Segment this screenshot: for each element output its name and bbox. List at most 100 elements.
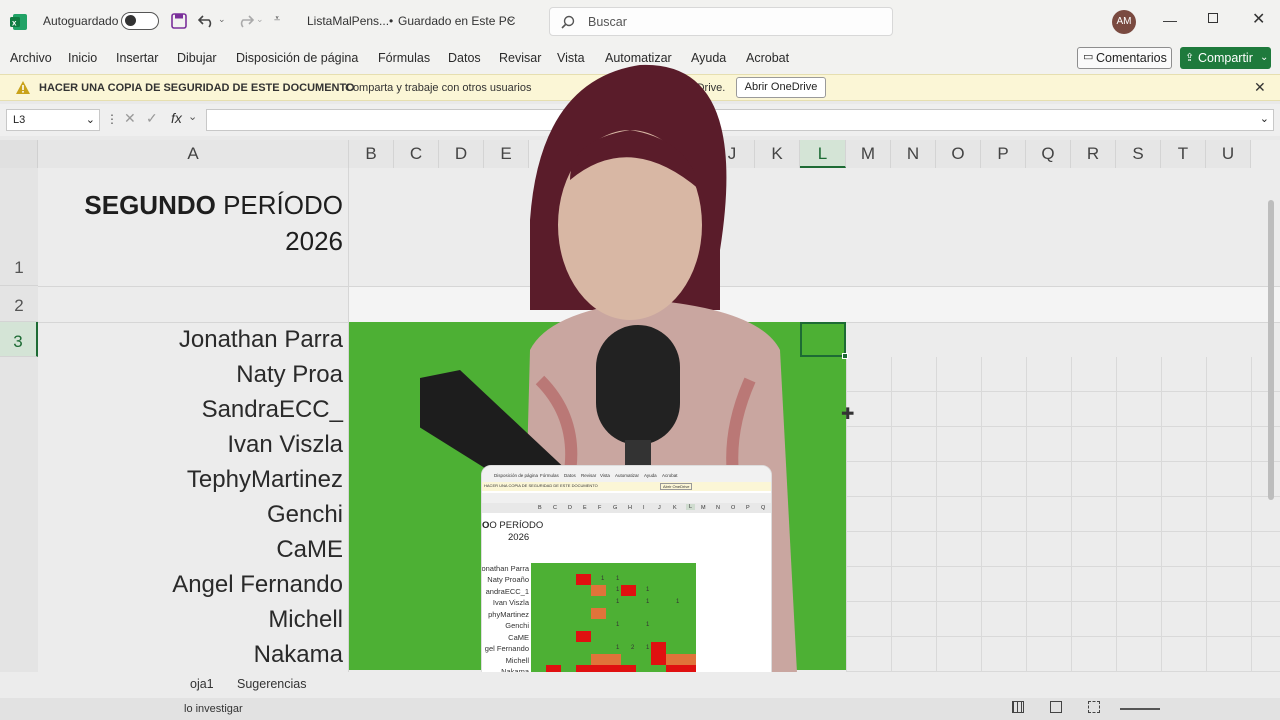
mini-menu-item: Vista — [600, 473, 610, 478]
row-header-1[interactable]: 1 — [0, 168, 38, 286]
close-icon[interactable]: ✕ — [1252, 9, 1265, 29]
share-button[interactable]: ⇪ Compartir ⌄ — [1180, 47, 1271, 69]
row-header-2[interactable]: 2 — [0, 286, 38, 322]
comments-label: Comentarios — [1096, 51, 1167, 65]
redo-dropdown-icon[interactable]: ⌄ — [256, 14, 264, 25]
mini-year: 2026 — [508, 532, 530, 543]
insert-function-icon[interactable]: fx — [171, 110, 182, 126]
mini-menu-item: Disposición de página — [494, 473, 539, 478]
participant-name[interactable]: Michell — [268, 606, 343, 634]
expand-formula-icon[interactable]: ⌄ — [1260, 112, 1269, 125]
mini-value: 2 — [631, 645, 635, 651]
row-header-3[interactable]: 3 — [0, 322, 38, 357]
participant-name[interactable]: Nakama — [254, 641, 343, 669]
tab-insertar[interactable]: Insertar — [116, 51, 158, 65]
mini-col-m: M — [701, 505, 706, 511]
tab-archivo[interactable]: Archivo — [10, 51, 52, 65]
mini-title: OO PERÍODO — [482, 520, 544, 531]
participant-name[interactable]: SandraECC_ — [202, 396, 343, 424]
column-header-u[interactable]: U — [1206, 140, 1251, 168]
search-box[interactable]: Buscar — [549, 7, 893, 36]
mini-name: Ivan Viszla — [492, 598, 529, 607]
participant-name[interactable]: Jonathan Parra — [179, 326, 343, 354]
sheet-tab-hoja1[interactable]: oja1 — [190, 677, 214, 691]
participant-name[interactable]: Angel Fernando — [172, 571, 343, 599]
mini-col-k: K — [673, 505, 677, 511]
mini-menu-item: Revisar — [581, 473, 597, 478]
minimize-icon[interactable]: — — [1163, 12, 1177, 28]
participant-name[interactable]: Ivan Viszla — [227, 431, 343, 459]
sheet-tab-sugerencias[interactable]: Sugerencias — [237, 677, 307, 691]
mini-red-mark — [621, 585, 636, 596]
autosave-toggle[interactable] — [121, 12, 159, 30]
mini-value: 1 — [616, 587, 620, 593]
mini-col-c: C — [553, 505, 557, 511]
save-status[interactable]: Guardado en Este PC — [398, 14, 515, 28]
column-header-a[interactable]: A — [38, 140, 349, 168]
column-header-q[interactable]: Q — [1026, 140, 1071, 168]
svg-text:x: x — [12, 19, 17, 28]
confirm-entry-icon[interactable]: ✓ — [146, 110, 158, 127]
mini-orange-mark — [591, 608, 606, 619]
mini-value: 1 — [646, 645, 650, 651]
redo-icon[interactable] — [236, 12, 254, 28]
empty-cells-area[interactable] — [846, 357, 1280, 672]
participant-name[interactable]: TephyMartinez — [187, 466, 343, 494]
undo-dropdown-icon[interactable]: ⌄ — [218, 14, 226, 25]
tab-inicio[interactable]: Inicio — [68, 51, 97, 65]
page-break-icon[interactable] — [1088, 701, 1100, 713]
undo-icon[interactable] — [198, 12, 216, 28]
info-bar-close-icon[interactable]: ✕ — [1254, 79, 1266, 96]
column-header-o[interactable]: O — [936, 140, 981, 168]
mini-col-q: Q — [761, 505, 766, 511]
mini-col-i: I — [643, 505, 645, 511]
save-icon[interactable] — [171, 13, 187, 29]
normal-view-icon[interactable] — [1012, 701, 1024, 713]
status-text: lo investigar — [184, 703, 243, 715]
mini-value: 1 — [616, 576, 620, 582]
comments-button[interactable]: ▭ Comentarios — [1077, 47, 1172, 69]
column-header-n[interactable]: N — [891, 140, 936, 168]
mini-formula-bar — [482, 493, 771, 503]
column-header-t[interactable]: T — [1161, 140, 1206, 168]
mini-col-f: F — [598, 505, 602, 511]
mini-name: Naty Proaño — [487, 575, 529, 584]
vertical-scrollbar[interactable] — [1268, 200, 1274, 500]
select-all-corner[interactable] — [0, 140, 38, 168]
customize-toolbar-icon[interactable]: ⩡ — [274, 13, 280, 26]
mini-col-o: O — [731, 505, 736, 511]
share-chevron-icon[interactable]: ⌄ — [1260, 47, 1268, 69]
mini-menu-item: Fórmulas — [540, 473, 559, 478]
mini-menu-item: Acrobat — [662, 473, 678, 478]
mini-value: 1 — [646, 587, 650, 593]
avatar[interactable]: AM — [1112, 10, 1136, 34]
mini-name: Michell — [505, 656, 529, 665]
row-headers-more[interactable] — [0, 357, 38, 672]
column-header-p[interactable]: P — [981, 140, 1026, 168]
sheet-title-year: 2026 — [285, 226, 343, 256]
cancel-entry-icon[interactable]: ✕ — [124, 110, 136, 127]
tab-disposicion[interactable]: Disposición de página — [236, 51, 358, 65]
participant-name[interactable]: Naty Proa — [236, 361, 343, 389]
mini-column-headers: B C D E F G H I J K L M N O P Q — [482, 503, 771, 513]
name-box-chevron-icon[interactable]: ⌄ — [86, 110, 95, 130]
fx-chevron-icon[interactable]: ⌄ — [188, 110, 197, 123]
file-name[interactable]: ListaMalPens... — [307, 14, 389, 28]
tab-dibujar[interactable]: Dibujar — [177, 51, 217, 65]
column-header-s[interactable]: S — [1116, 140, 1161, 168]
save-status-chevron-icon[interactable]: ⌄ — [506, 11, 516, 25]
page-layout-icon[interactable] — [1050, 701, 1062, 713]
column-header-r[interactable]: R — [1071, 140, 1116, 168]
name-box[interactable]: L3 ⌄ — [6, 109, 100, 131]
restore-icon[interactable] — [1208, 13, 1218, 23]
mini-name: gel Fernando — [484, 644, 529, 653]
participant-name[interactable]: CaME — [276, 536, 343, 564]
more-options-icon[interactable]: ⋮ — [106, 112, 118, 126]
mini-col-e: E — [583, 505, 587, 511]
warning-icon — [16, 81, 30, 94]
mini-col-l: L — [686, 504, 696, 510]
column-header-b[interactable]: B — [349, 140, 394, 168]
participant-name[interactable]: Genchi — [267, 501, 343, 529]
zoom-slider[interactable] — [1120, 708, 1160, 710]
mini-value: 1 — [616, 645, 620, 651]
